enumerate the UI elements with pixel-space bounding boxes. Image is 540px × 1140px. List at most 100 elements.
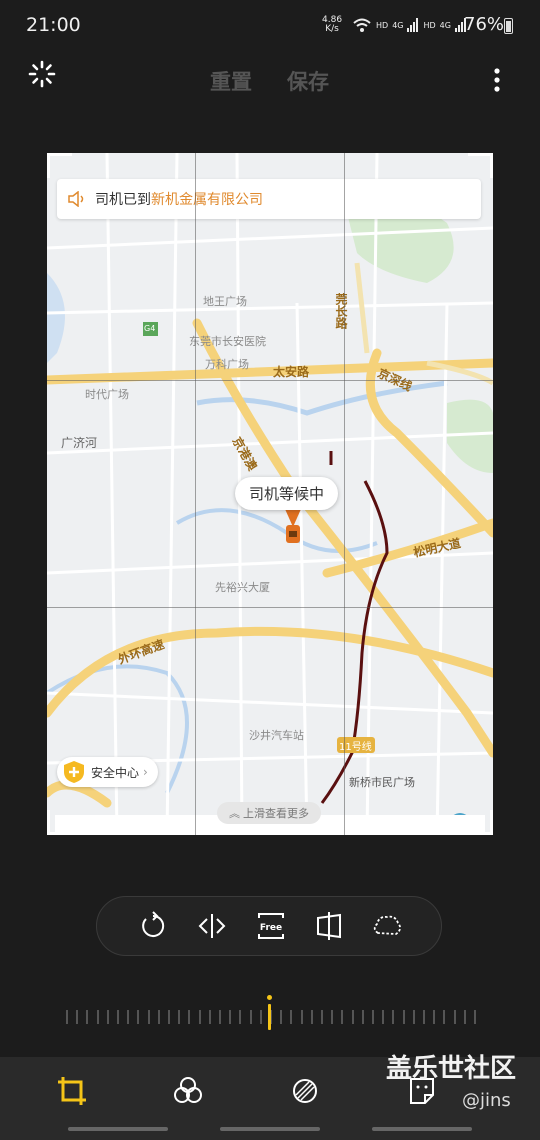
slider-tick [474,1010,476,1024]
nav-gesture-bar [68,1127,168,1131]
slider-tick [86,1010,89,1024]
swipe-up-hint[interactable]: ︽ 上滑查看更多 [217,802,321,824]
status-bar: 21:00 4.86 K/s HD 4G HD 4G 76% [0,0,540,52]
slider-tick [229,1010,232,1024]
rotation-slider[interactable] [66,992,476,1036]
map-label: G4 [144,324,156,333]
slider-tick [168,1010,170,1024]
slider-tick [412,1010,415,1024]
driver-arrival-notice: 司机已到 新机金属有限公司 [57,179,481,219]
sig1-label: 4G [392,20,404,30]
map-label: 沙井汽车站 [249,729,304,742]
adjust-icon[interactable] [285,1071,325,1111]
slider-tick [372,1010,374,1024]
slider-tick [341,1010,344,1024]
slider-tick [76,1010,79,1024]
slider-center-dot [267,995,272,1000]
map-label: 先裕兴大厦 [215,581,270,594]
crop-handle-top-left[interactable] [47,153,72,178]
slider-tick [249,1010,252,1024]
slider-tick [259,1010,262,1024]
nav-gesture-bar [220,1127,320,1131]
slider-tick [453,1010,456,1024]
slider-tick [331,1010,334,1024]
slider-tick [188,1010,191,1024]
slider-tick [208,1010,211,1024]
double-chevron-up-icon: ︽ [229,807,240,820]
shield-icon [64,761,84,783]
slider-tick [361,1010,364,1024]
map-label: 地王广场 [203,295,247,308]
rotate-icon[interactable] [136,909,170,943]
map-label: 万科广场 [205,358,249,371]
sim2-label: HD [423,20,436,30]
slider-tick [127,1010,130,1024]
filter-icon[interactable] [168,1071,208,1111]
more-options-icon[interactable] [486,66,508,94]
safety-center-label: 安全中心 [91,765,140,780]
crop-grid-line [195,153,196,835]
slider-tick [178,1010,181,1024]
crop-handle-bottom-right[interactable] [468,810,493,835]
slider-tick [137,1010,140,1024]
notice-location: 新机金属有限公司 [151,192,263,208]
slider-tick [280,1010,283,1024]
swipe-hint-label: 上滑查看更多 [243,807,309,820]
crop-grid-line [47,607,493,608]
map-label: 新桥市民广场 [349,776,415,789]
map-label: 广济河 [61,436,98,450]
slider-tick [351,1010,354,1024]
slider-tick [300,1010,303,1024]
crop-handle-bottom-left[interactable] [47,810,72,835]
reset-button[interactable]: 重置 [210,66,252,96]
system-icons: HD 4G HD 4G [352,14,467,36]
sig2-label: 4G [439,20,451,30]
map-label: 时代广场 [85,388,129,401]
free-ratio-label: Free [260,923,282,933]
slider-tick [382,1010,385,1024]
slider-tick [423,1010,425,1024]
community-watermark: 盖乐世社区 [386,1054,517,1084]
slider-tick [321,1010,323,1024]
signal-icon [407,18,419,32]
net-speed: 4.86 K/s [322,16,342,34]
slider-tick [96,1010,99,1024]
slider-tick [443,1010,446,1024]
sim1-label: HD [376,20,389,30]
free-ratio-icon[interactable]: Free [254,909,288,943]
chevron-right-icon: › [143,765,148,779]
crop-grid-line [344,153,345,835]
speaker-icon [68,191,84,207]
slider-tick [198,1010,201,1024]
clock: 21:00 [26,14,81,36]
perspective-icon[interactable] [312,909,346,943]
slider-tick [310,1010,313,1024]
map-label: 东莞市长安医院 [189,335,266,348]
auto-adjust-icon[interactable] [28,60,56,88]
driver-waiting-bubble: 司机等候中 [235,477,339,510]
slider-tick [463,1010,466,1024]
slider-tick [402,1010,405,1024]
slider-tick [147,1010,150,1024]
save-button[interactable]: 保存 [287,66,329,96]
slider-tick [66,1010,68,1024]
flip-icon[interactable] [195,909,229,943]
slider-tick [433,1010,436,1024]
lasso-icon[interactable] [370,909,404,943]
crop-image-area[interactable]: 司机已到 新机金属有限公司 地王广场 东莞市长安医院 万科广场 时代广场 广济河 … [47,153,493,835]
crop-tools: Free [96,896,442,956]
slider-tick [392,1010,395,1024]
crop-icon[interactable] [52,1071,92,1111]
slider-tick [157,1010,160,1024]
net-speed-unit: K/s [325,24,339,34]
user-watermark: @jins [462,1090,511,1111]
road-label: 太安路 [273,365,310,379]
crop-grid-line [47,380,493,381]
wifi-icon [353,18,371,32]
safety-center-button[interactable]: 安全中心 › [57,757,158,787]
crop-handle-top-right[interactable] [468,153,493,178]
battery-percent: 76% [464,14,505,35]
road-label: 莞长路 [334,293,348,329]
slider-tick [106,1010,109,1024]
slider-tick [117,1010,119,1024]
